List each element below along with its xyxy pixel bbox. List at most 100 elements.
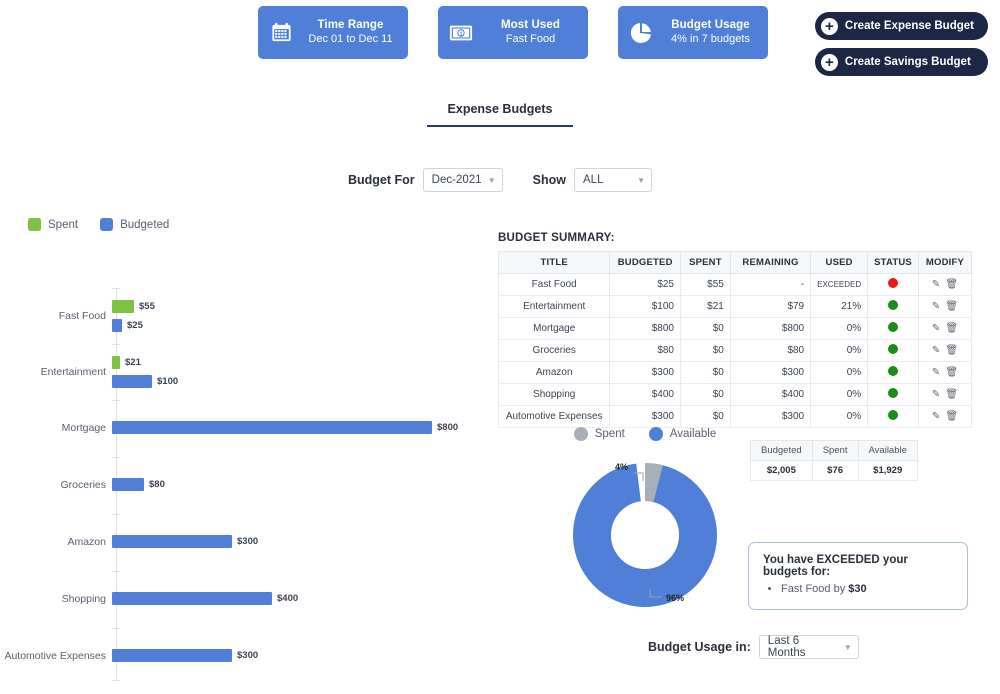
bar-row-amazon: Amazon $300	[0, 514, 490, 570]
bar-spent[interactable]: $55	[112, 300, 155, 313]
col-modify: MODIFY	[917, 251, 973, 274]
bar-value-budgeted: $300	[237, 536, 259, 547]
edit-icon[interactable]: ✎	[932, 302, 940, 312]
edit-icon[interactable]: ✎	[932, 412, 940, 422]
cell-used: 0%	[810, 361, 869, 384]
bar-budgeted[interactable]: $800	[112, 421, 458, 434]
cell-spent: $0	[680, 339, 731, 362]
table-row[interactable]: Groceries $80 $0 $80 0% ✎ 🗑	[497, 339, 973, 362]
axis-tick	[112, 514, 120, 515]
cell-status	[867, 339, 919, 362]
cell-spent: $0	[680, 361, 731, 384]
exceeded-item-text: Fast Food by	[781, 583, 849, 595]
cell-status	[867, 361, 919, 384]
delete-icon[interactable]: 🗑	[945, 324, 958, 334]
legend-swatch-spent	[28, 218, 41, 231]
donut-legend: Spent Available	[520, 427, 770, 441]
legend-dot-available	[648, 427, 663, 441]
bar-row-mortgage: Mortgage $800	[0, 400, 490, 456]
bar-budgeted[interactable]: $100	[112, 375, 178, 388]
delete-icon[interactable]: 🗑	[945, 368, 958, 378]
bar-group: $300	[112, 514, 490, 570]
totals-header-row: Budgeted Spent Available	[750, 440, 918, 461]
bar-group: $55 $25	[112, 288, 490, 344]
pie-chart-icon	[628, 20, 654, 46]
delete-icon[interactable]: 🗑	[945, 412, 958, 422]
cell-remaining: $80	[729, 339, 812, 362]
delete-icon[interactable]: 🗑	[945, 346, 958, 356]
exceeded-title: You have EXCEEDED your budgets for:	[763, 554, 908, 578]
budget-for-value: Dec-2021	[431, 174, 482, 186]
total-spent: $76	[811, 460, 859, 481]
bar-category-label: Amazon	[67, 536, 106, 548]
info-card-subtitle: 4% in 7 budgets	[671, 32, 750, 45]
cell-title: Amazon	[497, 361, 611, 384]
cell-budgeted: $800	[609, 317, 681, 340]
table-row[interactable]: Entertainment $100 $21 $79 21% ✎ 🗑	[497, 295, 973, 318]
cell-spent: $21	[680, 295, 731, 318]
edit-icon[interactable]: ✎	[932, 368, 940, 378]
tab-expense-budgets[interactable]: Expense Budgets	[427, 102, 573, 127]
edit-icon[interactable]: ✎	[932, 390, 940, 400]
budget-bar-chart: Spent Budgeted Fast Food $55 $25 Enterta…	[0, 218, 490, 683]
info-card-title: Most Used	[500, 19, 561, 32]
col-status: STATUS	[867, 251, 919, 274]
bar-budgeted[interactable]: $80	[112, 478, 165, 491]
cell-budgeted: $80	[609, 339, 681, 362]
budget-for-select[interactable]: Dec-2021 ▼	[422, 168, 503, 192]
cell-modify: ✎ 🗑	[917, 405, 973, 428]
col-title: TITLE	[497, 251, 611, 274]
cell-title: Shopping	[497, 383, 611, 406]
table-header-row: TITLE BUDGETED SPENT REMAINING USED STAT…	[497, 251, 973, 274]
legend-swatch-budgeted	[100, 218, 114, 231]
info-card-time-range[interactable]: Time Range Dec 01 to Dec 11	[258, 6, 408, 59]
cell-spent: $0	[680, 405, 731, 428]
table-row[interactable]: Mortgage $800 $0 $800 0% ✎ 🗑	[497, 317, 973, 340]
delete-icon[interactable]: 🗑	[945, 280, 958, 290]
cell-status	[867, 295, 919, 318]
cell-used: 0%	[810, 383, 869, 406]
create-savings-budget-button[interactable]: + Create Savings Budget	[814, 48, 988, 76]
col-spent: SPENT	[680, 251, 731, 274]
budget-usage-select[interactable]: Last 6 Months ▼	[758, 635, 859, 659]
bar-category-label: Automotive Expenses	[4, 650, 106, 662]
cell-title: Fast Food	[497, 273, 611, 296]
cell-remaining: $800	[729, 317, 812, 340]
bar-value-spent: $55	[139, 301, 155, 312]
bar-budgeted[interactable]: $25	[112, 319, 143, 332]
bar-budgeted[interactable]: $300	[112, 649, 258, 662]
delete-icon[interactable]: 🗑	[945, 390, 958, 400]
edit-icon[interactable]: ✎	[932, 324, 940, 334]
info-card-most-used[interactable]: 1 Most Used Fast Food	[438, 6, 588, 59]
show-select[interactable]: ALL ▼	[574, 168, 652, 192]
bar-group: $80	[112, 457, 490, 513]
table-row[interactable]: Amazon $300 $0 $300 0% ✎ 🗑	[497, 361, 973, 384]
filter-bar: Budget For Dec-2021 ▼ Show ALL ▼	[0, 168, 1000, 192]
cell-title: Automotive Expenses	[497, 405, 611, 428]
delete-icon[interactable]: 🗑	[945, 302, 958, 312]
table-row[interactable]: Automotive Expenses $300 $0 $300 0% ✎ 🗑	[497, 405, 973, 428]
edit-icon[interactable]: ✎	[932, 280, 940, 290]
bar-budgeted[interactable]: $400	[112, 592, 298, 605]
table-row[interactable]: Fast Food $25 $55 - EXCEEDED ✎ 🗑	[497, 273, 973, 296]
col-budgeted: BUDGETED	[609, 251, 681, 274]
cell-title: Entertainment	[497, 295, 611, 318]
table-row[interactable]: Shopping $400 $0 $400 0% ✎ 🗑	[497, 383, 973, 406]
legend-dot-spent	[573, 427, 588, 441]
create-savings-budget-label: Create Savings Budget	[844, 56, 971, 68]
edit-icon[interactable]: ✎	[932, 346, 940, 356]
cell-modify: ✎ 🗑	[917, 273, 973, 296]
info-card-budget-usage[interactable]: Budget Usage 4% in 7 budgets	[618, 6, 768, 59]
money-icon: 1	[448, 20, 474, 46]
budget-summary-heading: BUDGET SUMMARY:	[498, 232, 615, 244]
budget-usage-label: Budget Usage in:	[648, 640, 751, 654]
legend-label-available: Available	[669, 428, 717, 440]
cell-status	[867, 405, 919, 428]
bar-budgeted[interactable]: $300	[112, 535, 258, 548]
exceeded-list: Fast Food by $30	[763, 583, 953, 595]
bar-spent[interactable]: $21	[112, 356, 141, 369]
cell-budgeted: $300	[609, 361, 681, 384]
bar-value-budgeted: $80	[149, 479, 165, 490]
col-used: USED	[810, 251, 869, 274]
create-expense-budget-button[interactable]: + Create Expense Budget	[814, 12, 988, 40]
